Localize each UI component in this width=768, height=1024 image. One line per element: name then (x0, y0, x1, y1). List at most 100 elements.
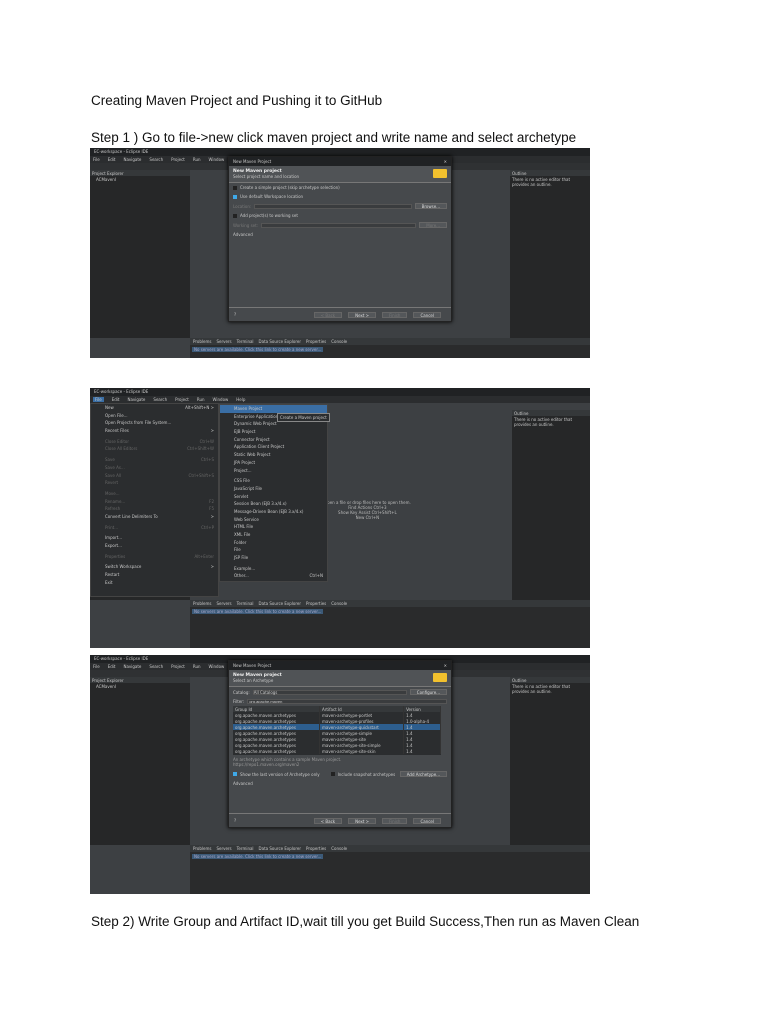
file-menu-item[interactable]: Open Projects from File System... (91, 419, 218, 427)
tab-console[interactable]: Console (331, 339, 347, 344)
file-menu-item[interactable]: Print... Ctrl+P (91, 524, 218, 532)
menu-file[interactable]: File (93, 664, 100, 669)
tab-problems[interactable]: Problems (193, 846, 211, 851)
add-archetype-button[interactable]: Add Archetype... (399, 771, 447, 777)
working-set-input[interactable] (261, 222, 417, 228)
cancel-button[interactable]: Cancel (413, 311, 441, 318)
table-row[interactable]: org.apache.maven.archetypes maven-archety… (233, 730, 441, 736)
close-icon[interactable]: ✕ (444, 159, 447, 164)
new-submenu-item[interactable]: JPA Project (220, 459, 327, 467)
menu-search[interactable]: Search (149, 157, 163, 162)
default-location-checkbox[interactable] (233, 194, 237, 199)
menu-navigate[interactable]: Navigate (123, 157, 141, 162)
menu-project[interactable]: Project (171, 157, 185, 162)
new-submenu-item[interactable]: File (220, 546, 327, 554)
table-row[interactable]: org.apache.maven.archetypes maven-archety… (233, 724, 441, 730)
tab-servers[interactable]: Servers (216, 846, 231, 851)
menu-edit[interactable]: Edit (112, 397, 120, 402)
new-submenu-item[interactable]: XML File (220, 531, 327, 539)
file-menu-item[interactable]: Switch Workspace > (91, 563, 218, 571)
new-submenu-item[interactable]: Static Web Project (220, 451, 327, 459)
tab-terminal[interactable]: Terminal (237, 339, 254, 344)
file-menu-item[interactable]: Save Ctrl+S (91, 456, 218, 464)
help-icon[interactable]: ? (234, 818, 236, 823)
filter-input[interactable] (247, 699, 447, 704)
file-menu-item[interactable]: Convert Line Delimiters To > (91, 513, 218, 521)
tab-problems[interactable]: Problems (193, 601, 211, 606)
new-submenu-item[interactable]: Web Service (220, 516, 327, 524)
menu-file[interactable]: File (93, 397, 104, 402)
file-menu-item[interactable]: Close Editor Ctrl+W (91, 438, 218, 446)
tab-servers[interactable]: Servers (216, 601, 231, 606)
menu-edit[interactable]: Edit (108, 157, 116, 162)
menu-window[interactable]: Window (209, 664, 225, 669)
file-menu-item[interactable]: Revert (91, 479, 218, 487)
new-submenu-item[interactable]: Example... (220, 565, 327, 573)
new-submenu-item[interactable]: HTML File (220, 523, 327, 531)
advanced-toggle[interactable]: Advanced (233, 781, 253, 786)
menu-file[interactable]: File (93, 157, 100, 162)
menu-window[interactable]: Window (213, 397, 229, 402)
tab-problems[interactable]: Problems (193, 339, 211, 344)
file-menu-item[interactable]: Save All Ctrl+Shift+S (91, 472, 218, 480)
file-menu-item[interactable]: Refresh F5 (91, 505, 218, 513)
project-item[interactable]: ACMavenI (90, 176, 190, 183)
tab-data-source[interactable]: Data Source Explorer (259, 846, 302, 851)
working-set-checkbox[interactable] (233, 213, 237, 218)
next-button[interactable]: Next > (348, 817, 377, 824)
new-submenu-item[interactable]: Application Client Project (220, 443, 327, 451)
file-menu-item[interactable]: Export... (91, 542, 218, 550)
menu-run[interactable]: Run (193, 664, 201, 669)
tab-terminal[interactable]: Terminal (237, 846, 254, 851)
menu-help[interactable]: Help (236, 397, 245, 402)
tab-servers[interactable]: Servers (216, 339, 231, 344)
file-menu-item[interactable]: Properties Alt+Enter (91, 553, 218, 561)
menu-window[interactable]: Window (209, 157, 225, 162)
table-row[interactable]: org.apache.maven.archetypes maven-archety… (233, 718, 441, 724)
table-row[interactable]: org.apache.maven.archetypes maven-archety… (233, 748, 441, 754)
new-submenu-item[interactable]: Session Bean (EJB 3.x/4.x) (220, 500, 327, 508)
new-submenu-item[interactable]: EJB Project (220, 428, 327, 436)
menu-project[interactable]: Project (171, 664, 185, 669)
finish-button[interactable]: Finish (382, 817, 408, 824)
new-submenu-item[interactable]: CSS File (220, 477, 327, 485)
new-submenu-item[interactable]: Connector Project (220, 436, 327, 444)
archetype-url[interactable]: https://repo1.maven.org/maven2 (233, 762, 447, 767)
close-icon[interactable]: ✕ (444, 663, 447, 668)
new-submenu-item[interactable]: Other... Ctrl+N (220, 572, 327, 580)
file-menu-item[interactable]: Recent Files > (91, 427, 218, 435)
configure-button[interactable]: Configure... (409, 689, 447, 695)
tab-properties[interactable]: Properties (306, 846, 326, 851)
file-menu-item[interactable]: Save As... (91, 464, 218, 472)
tab-properties[interactable]: Properties (306, 601, 326, 606)
file-menu-item[interactable]: Rename... F2 (91, 498, 218, 506)
tab-terminal[interactable]: Terminal (237, 601, 254, 606)
menu-search[interactable]: Search (153, 397, 167, 402)
browse-button[interactable]: Browse... (414, 203, 447, 209)
new-submenu-item[interactable]: Maven Project (220, 405, 327, 413)
project-item[interactable]: ACMavenI (90, 683, 190, 690)
menu-run[interactable]: Run (197, 397, 205, 402)
new-submenu-item[interactable]: JSP File (220, 554, 327, 562)
advanced-toggle[interactable]: Advanced (233, 232, 253, 237)
menu-navigate[interactable]: Navigate (127, 397, 145, 402)
file-menu-item[interactable]: Open File... (91, 412, 218, 420)
tab-data-source[interactable]: Data Source Explorer (259, 339, 302, 344)
more-button[interactable]: More... (419, 222, 447, 228)
tab-properties[interactable]: Properties (306, 339, 326, 344)
file-menu-item[interactable]: Restart (91, 571, 218, 579)
table-row[interactable]: org.apache.maven.archetypes maven-archety… (233, 712, 441, 718)
tab-console[interactable]: Console (331, 846, 347, 851)
file-menu-item[interactable]: Import... (91, 534, 218, 542)
table-row[interactable]: org.apache.maven.archetypes maven-archety… (233, 736, 441, 742)
new-submenu-item[interactable]: JavaScript File (220, 485, 327, 493)
new-submenu-item[interactable]: Project... (220, 467, 327, 475)
menu-edit[interactable]: Edit (108, 664, 116, 669)
last-version-checkbox[interactable] (233, 772, 237, 776)
back-button[interactable]: < Back (313, 311, 343, 318)
simple-project-checkbox[interactable] (233, 185, 237, 190)
menu-project[interactable]: Project (175, 397, 189, 402)
file-menu-item[interactable]: Close All Editors Ctrl+Shift+W (91, 445, 218, 453)
menu-search[interactable]: Search (149, 664, 163, 669)
help-icon[interactable]: ? (234, 312, 236, 317)
